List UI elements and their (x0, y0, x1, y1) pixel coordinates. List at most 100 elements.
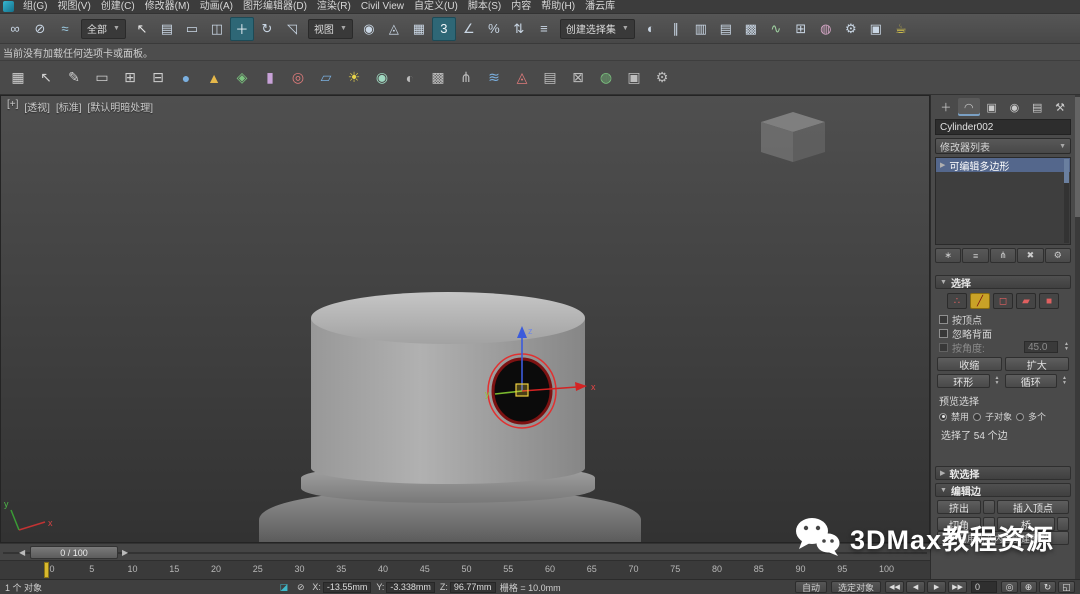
percent-snap-icon[interactable]: % (482, 17, 506, 41)
preview-disable-radio[interactable] (939, 413, 947, 421)
utilities-tab-icon[interactable]: ⚒ (1049, 98, 1071, 116)
preview-subobject-radio[interactable] (973, 413, 981, 421)
motion-tab-icon[interactable]: ◉ (1003, 98, 1025, 116)
go-to-start-icon[interactable]: ◀◀ (885, 581, 904, 593)
menu-item[interactable]: 潘云库 (580, 0, 620, 14)
edit-edges-rollout-header[interactable]: ▼ 编辑边 (935, 483, 1071, 497)
ribbon-lattice-icon[interactable]: ▩ (425, 65, 451, 91)
menu-item[interactable]: 内容 (506, 0, 536, 14)
render-setup-icon[interactable]: ⚙ (839, 17, 863, 41)
coordinate-value[interactable]: -13.55mm (323, 582, 372, 593)
stack-scrollbar[interactable] (1064, 159, 1069, 243)
modifier-list-dropdown[interactable]: 修改器列表 ▼ (935, 138, 1071, 154)
align-icon[interactable]: ∥ (664, 17, 688, 41)
selection-lock-icon[interactable]: ⊘ (293, 581, 308, 593)
ribbon-grow-icon[interactable]: ⊞ (117, 65, 143, 91)
current-frame-field[interactable]: 0 (971, 581, 997, 593)
hierarchy-tab-icon[interactable]: ▣ (981, 98, 1003, 116)
schematic-view-icon[interactable]: ⊞ (789, 17, 813, 41)
make-unique-icon[interactable]: ⋔ (990, 248, 1016, 263)
create-shape-button[interactable]: 利用所选内容创建图形 (937, 531, 1069, 545)
modify-tab-icon[interactable]: ◠ (958, 98, 980, 116)
by-vertex-checkbox[interactable] (939, 315, 948, 324)
ribbon-settings-icon[interactable]: ⚙ (649, 65, 675, 91)
ribbon-shrink-icon[interactable]: ⊟ (145, 65, 171, 91)
coordinate-field[interactable]: Y: -3.338mm (376, 582, 435, 593)
mirror-icon[interactable]: ◐ (639, 17, 663, 41)
menu-item[interactable]: 视图(V) (52, 0, 95, 14)
ribbon-sun-icon[interactable]: ☀ (341, 65, 367, 91)
viewport-general-menu[interactable]: [+] (7, 99, 18, 114)
ribbon-torus-icon[interactable]: ◎ (285, 65, 311, 91)
bind-spacewarp-icon[interactable]: ≈ (53, 17, 77, 41)
panel-scrollbar[interactable] (1075, 95, 1080, 579)
ribbon-wave-icon[interactable]: ≋ (481, 65, 507, 91)
previous-frame-arrow[interactable]: ◀ (19, 548, 25, 557)
ribbon-selection-icon[interactable]: ↖ (33, 65, 59, 91)
configure-modifier-icon[interactable]: ⚙ (1045, 248, 1071, 263)
coordinate-field[interactable]: X: -13.55mm (312, 582, 371, 593)
menu-item[interactable]: 自定义(U) (409, 0, 463, 14)
soft-selection-rollout-header[interactable]: ▶ 软选择 (935, 466, 1071, 480)
preview-multiple-radio[interactable] (1016, 413, 1024, 421)
select-by-name-icon[interactable]: ▤ (155, 17, 179, 41)
selection-rollout-header[interactable]: ▼ 选择 (935, 275, 1071, 289)
selection-filter-dropdown[interactable]: 全部 ▼ (81, 19, 126, 39)
ribbon-list-icon[interactable]: ▤ (537, 65, 563, 91)
edge-mode-icon[interactable]: ╱ (970, 293, 990, 309)
isolate-selection-icon[interactable]: ◪ (276, 581, 291, 593)
coordinate-value[interactable]: 96.77mm (450, 582, 496, 593)
curve-editor-icon[interactable]: ∿ (764, 17, 788, 41)
select-rotate-icon[interactable]: ↻ (255, 17, 279, 41)
ribbon-panel-icon[interactable]: ▣ (621, 65, 647, 91)
ribbon-mirror-icon[interactable]: ◐ (397, 65, 423, 91)
ribbon-grid-icon[interactable]: ⊠ (565, 65, 591, 91)
previous-frame-icon[interactable]: ◀ (906, 581, 925, 593)
spinner-snap-icon[interactable]: ⇅ (507, 17, 531, 41)
menu-item[interactable]: 动画(A) (195, 0, 238, 14)
edit-named-selections-icon[interactable]: ≡ (532, 17, 556, 41)
unlink-icon[interactable]: ⊘ (28, 17, 52, 41)
menu-item[interactable]: 脚本(S) (463, 0, 506, 14)
keyboard-override-icon[interactable]: ▦ (407, 17, 431, 41)
show-end-result-icon[interactable]: ≡ (962, 248, 988, 263)
loop-button[interactable]: 循环 (1005, 374, 1058, 388)
ribbon-polygon-modeling-icon[interactable]: ▦ (5, 65, 31, 91)
ribbon-triangle-icon[interactable]: ◬ (509, 65, 535, 91)
remove-modifier-icon[interactable]: ✖ (1017, 248, 1043, 263)
menu-item[interactable]: 图形编辑器(D) (238, 0, 312, 14)
ribbon-sphere-icon[interactable]: ● (173, 65, 199, 91)
element-mode-icon[interactable]: ■ (1039, 293, 1059, 309)
selected-filter-button[interactable]: 选定对象 (831, 581, 881, 593)
vertex-mode-icon[interactable]: ∴ (947, 293, 967, 309)
ribbon-toggle-icon[interactable]: ▩ (739, 17, 763, 41)
ribbon-plane-icon[interactable]: ▱ (313, 65, 339, 91)
polygon-mode-icon[interactable]: ▰ (1016, 293, 1036, 309)
coordinate-value[interactable]: -3.338mm (386, 582, 435, 593)
perspective-viewport[interactable]: z x y x (0, 95, 930, 543)
bridge-settings-button[interactable] (1057, 517, 1069, 531)
select-scale-icon[interactable]: ◹ (280, 17, 304, 41)
pin-stack-icon[interactable]: ∗ (935, 248, 961, 263)
ribbon-camera-icon[interactable]: ◉ (369, 65, 395, 91)
viewport-standard-menu[interactable]: [标准] (56, 99, 82, 114)
stack-item-editable-poly[interactable]: ▶ 可编辑多边形 (936, 158, 1070, 172)
track-bar[interactable]: 0510152025303540455055606570758085909510… (0, 560, 930, 579)
insert-vertex-button[interactable]: 插入顶点 (997, 500, 1069, 514)
rendered-frame-icon[interactable]: ▣ (864, 17, 888, 41)
layer-explorer-icon[interactable]: ▤ (714, 17, 738, 41)
menu-item[interactable]: 修改器(M) (140, 0, 195, 14)
window-crossing-icon[interactable]: ◫ (205, 17, 229, 41)
ignore-backfacing-checkbox[interactable] (939, 329, 948, 338)
next-frame-arrow[interactable]: ▶ (122, 548, 128, 557)
select-move-icon[interactable]: ＋ (230, 17, 254, 41)
time-slider-handle[interactable]: 0 / 100 (30, 546, 118, 559)
ring-spinner[interactable]: ▲▼ (993, 376, 1002, 386)
viewcube[interactable] (761, 112, 825, 162)
time-slider[interactable]: ◀ 0 / 100 ▶ (0, 543, 930, 560)
modifier-stack[interactable]: ▶ 可编辑多边形 (935, 157, 1071, 245)
chamfer-button[interactable]: 切角 (937, 517, 981, 531)
next-frame-icon[interactable]: ▶▶ (948, 581, 967, 593)
shrink-button[interactable]: 收缩 (937, 357, 1002, 371)
snap-toggle-3d-icon[interactable]: 3 (432, 17, 456, 41)
